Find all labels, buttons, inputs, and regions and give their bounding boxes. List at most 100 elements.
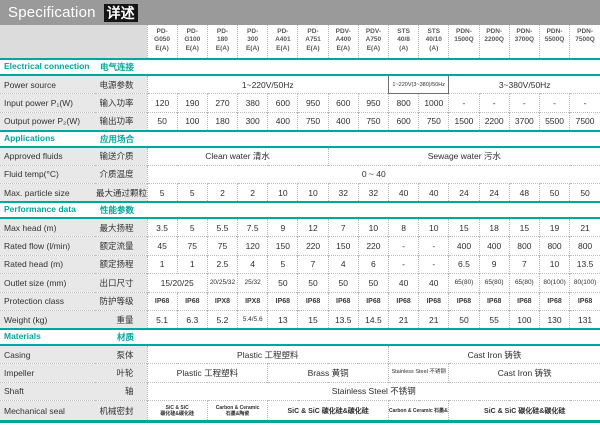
max-particle-size-value-9: 40	[419, 184, 449, 203]
rated-flow-value-3: 120	[238, 237, 268, 256]
max-particle-size-value-12: 48	[509, 184, 539, 203]
row-label-zh-approved-fluids: 输送介质	[95, 147, 147, 166]
rated-head-value-5: 7	[298, 255, 328, 274]
mechanical-seal-value-2: SiC & SiC 碳化硅&碳化硅	[268, 401, 389, 422]
rated-flow-value-1: 75	[177, 237, 207, 256]
row-label-zh-shaft: 轴	[95, 382, 147, 401]
row-label-zh-outlet-size: 出口尺寸	[95, 274, 147, 293]
impeller-value-0: Plastic 工程塑料	[147, 364, 268, 383]
input-power-value-14: -	[570, 94, 600, 113]
rated-flow-value-8: -	[389, 237, 419, 256]
rated-flow-value-0: 45	[147, 237, 177, 256]
max-head-value-7: 10	[358, 218, 388, 237]
weight-value-14: 131	[570, 311, 600, 330]
weight-value-5: 15	[298, 311, 328, 330]
row-impeller: Impeller叶轮Plastic 工程塑料Brass 黄铜Stainless …	[0, 364, 600, 383]
weight-value-2: 5.2	[207, 311, 237, 330]
max-head-value-8: 8	[389, 218, 419, 237]
section-label-electrical-connection: Electrical connection电气连接	[0, 59, 147, 75]
input-power-value-1: 190	[177, 94, 207, 113]
max-head-value-1: 5	[177, 218, 207, 237]
rated-flow-value-5: 220	[298, 237, 328, 256]
section-applications: Applications应用场合	[0, 131, 600, 147]
column-header-PDN3700Q: PDN-3700Q	[509, 25, 539, 59]
rated-head-value-3: 4	[238, 255, 268, 274]
outlet-size-value-13: 80(100)	[570, 274, 600, 293]
weight-value-3: 5.4/5.6	[238, 311, 268, 330]
row-label-en-shaft: Shaft	[0, 382, 95, 401]
max-particle-size-value-10: 24	[449, 184, 479, 203]
protection-class-value-4: IP68	[268, 292, 298, 311]
column-header-PDVA400EA: PDV-A400E(A)	[328, 25, 358, 59]
output-power-value-2: 180	[207, 112, 237, 131]
rated-head-value-2: 2.5	[207, 255, 237, 274]
max-head-value-5: 12	[298, 218, 328, 237]
pump-specification-sheet: Specification 详述 PD-G050E(A)PD-G100E(A)P…	[0, 0, 600, 425]
input-power-value-8: 800	[389, 94, 419, 113]
row-max-head: Max head (m)最大扬程3.555.57.591271081015181…	[0, 218, 600, 237]
output-power-value-9: 750	[419, 112, 449, 131]
column-header-STS4010A: STS40/10(A)	[419, 25, 449, 59]
row-label-zh-rated-head: 额定扬程	[95, 255, 147, 274]
power-source-value-2: 3~380V/50Hz	[449, 75, 600, 94]
output-power-value-10: 1500	[449, 112, 479, 131]
max-particle-size-value-8: 40	[389, 184, 419, 203]
row-label-en-protection-class: Protection class	[0, 292, 95, 311]
max-particle-size-value-6: 32	[328, 184, 358, 203]
column-header-PD300EA: PD-300E(A)	[238, 25, 268, 59]
rated-flow-value-9: -	[419, 237, 449, 256]
row-label-zh-input-power: 输入功率	[95, 94, 147, 113]
section-title-zh: 材质	[117, 331, 134, 343]
weight-value-6: 13.5	[328, 311, 358, 330]
section-title-en: Performance data	[4, 204, 76, 214]
weight-value-10: 50	[449, 311, 479, 330]
row-label-zh-max-head: 最大扬程	[95, 218, 147, 237]
outlet-size-value-3: 50	[268, 274, 298, 293]
mechanical-seal-value-0: SiC & SiC碳化硅&碳化硅	[147, 401, 207, 422]
output-power-value-14: 7500	[570, 112, 600, 131]
max-head-value-2: 5.5	[207, 218, 237, 237]
section-spacer	[147, 329, 600, 345]
rated-head-value-6: 4	[328, 255, 358, 274]
rated-head-value-9: -	[419, 255, 449, 274]
weight-value-7: 14.5	[358, 311, 388, 330]
input-power-value-11: -	[479, 94, 509, 113]
power-source-value-1: 1~220V(3~380)/50Hz	[389, 75, 449, 94]
outlet-size-value-9: 65(80)	[449, 274, 479, 293]
rated-head-value-7: 6	[358, 255, 388, 274]
row-input-power: Input power P₁(W)输入功率1201902703806009506…	[0, 94, 600, 113]
section-performance-data: Performance data性能参数	[0, 202, 600, 218]
row-outlet-size: Outlet size (mm)出口尺寸15/20/2520/25/3225/3…	[0, 274, 600, 293]
protection-class-value-13: IP68	[539, 292, 569, 311]
weight-value-4: 13	[268, 311, 298, 330]
output-power-value-4: 400	[268, 112, 298, 131]
max-particle-size-value-4: 10	[268, 184, 298, 203]
input-power-value-10: -	[449, 94, 479, 113]
rated-flow-value-2: 75	[207, 237, 237, 256]
input-power-value-4: 600	[268, 94, 298, 113]
row-label-en-output-power: Output power P₂(W)	[0, 112, 95, 131]
section-spacer	[147, 59, 600, 75]
casing-value-1: Cast Iron 铸铁	[389, 345, 600, 364]
row-label-en-input-power: Input power P₁(W)	[0, 94, 95, 113]
output-power-value-7: 750	[358, 112, 388, 131]
column-header-PDG050EA: PD-G050E(A)	[147, 25, 177, 59]
max-particle-size-value-2: 2	[207, 184, 237, 203]
mechanical-seal-value-3: Carbon & Ceramic 石墨&陶瓷	[389, 401, 449, 422]
row-label-en-approved-fluids: Approved fluids	[0, 147, 95, 166]
max-head-value-3: 7.5	[238, 218, 268, 237]
column-header-PDN5500Q: PDN-5500Q	[539, 25, 569, 59]
rated-flow-value-4: 150	[268, 237, 298, 256]
protection-class-value-8: IP68	[389, 292, 419, 311]
output-power-value-6: 400	[328, 112, 358, 131]
row-label-en-rated-flow: Rated flow (l/min)	[0, 237, 95, 256]
row-label-en-power-source: Power source	[0, 75, 95, 94]
rated-head-value-1: 1	[177, 255, 207, 274]
output-power-value-5: 750	[298, 112, 328, 131]
rated-head-value-10: 6.5	[449, 255, 479, 274]
row-label-en-rated-head: Rated head (m)	[0, 255, 95, 274]
page-title-chinese: 详述	[104, 4, 138, 22]
column-header-PDN1500Q: PDN-1500Q	[449, 25, 479, 59]
section-electrical-connection: Electrical connection电气连接	[0, 59, 600, 75]
row-protection-class: Protection class防护等级IP68IP68IPX8IPX8IP68…	[0, 292, 600, 311]
